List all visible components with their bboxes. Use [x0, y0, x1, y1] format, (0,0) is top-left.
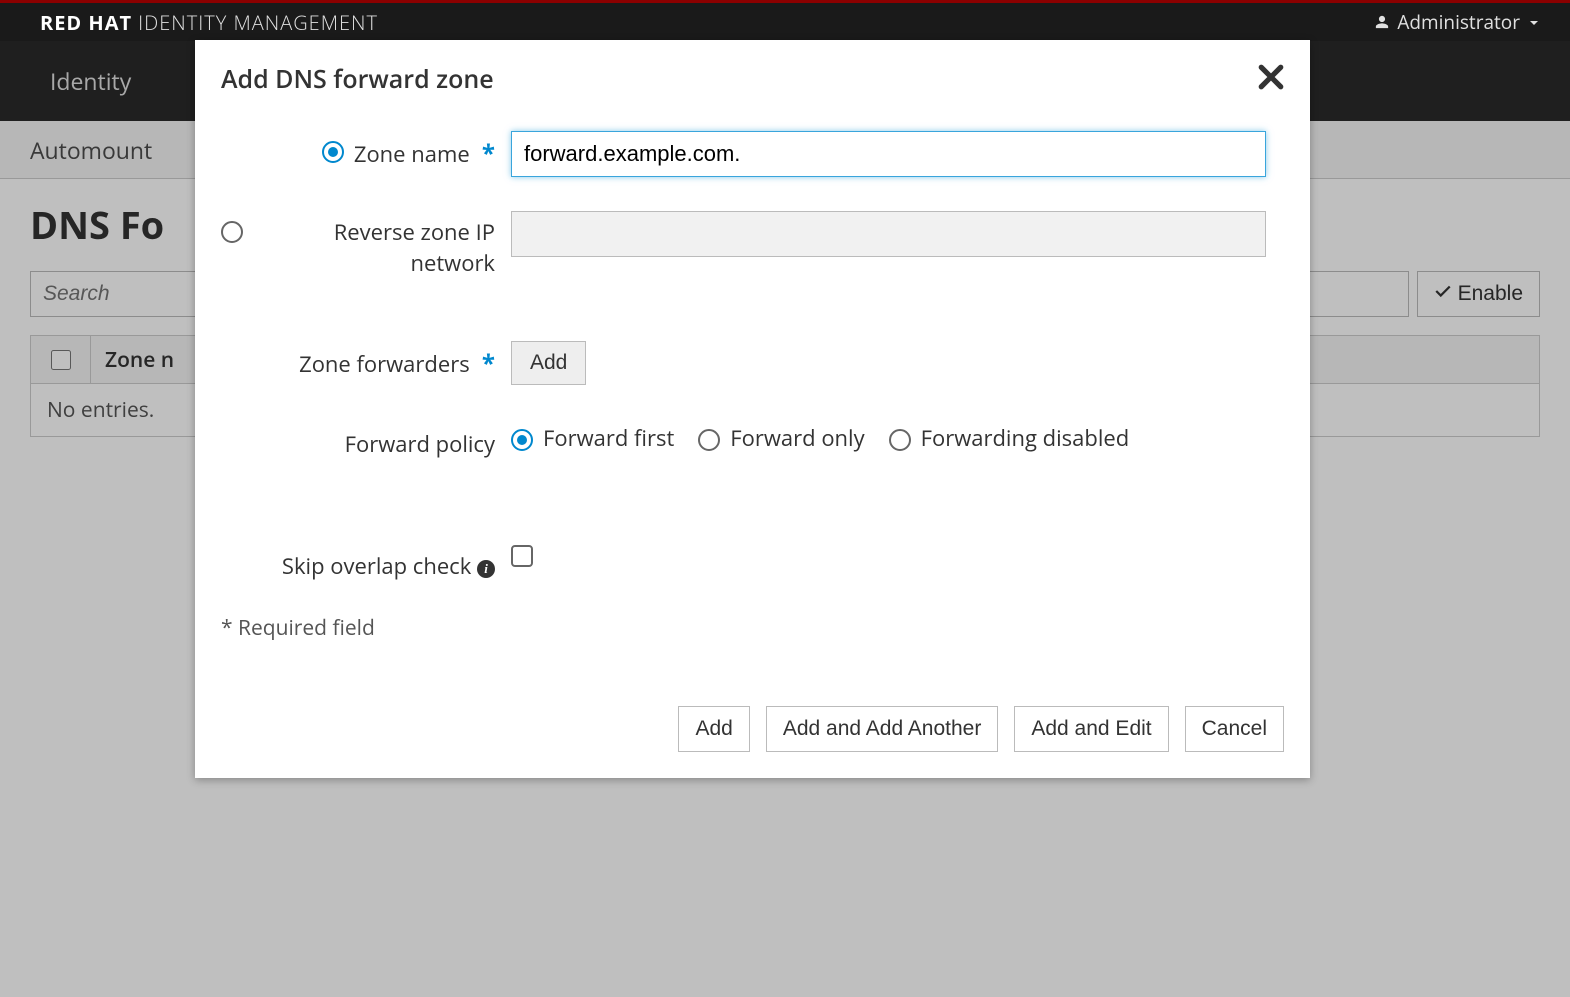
- close-icon[interactable]: [1258, 58, 1284, 99]
- skip-overlap-label: Skip overlap check: [282, 551, 471, 581]
- policy-disabled[interactable]: Forwarding disabled: [889, 423, 1130, 453]
- required-field-note: * Required field: [195, 590, 1310, 650]
- zone-name-input[interactable]: [511, 131, 1266, 177]
- policy-first[interactable]: Forward first: [511, 423, 674, 453]
- required-star: *: [476, 347, 495, 380]
- masthead: RED HAT IDENTITY MANAGEMENT Administrato…: [0, 3, 1570, 41]
- user-icon: [1375, 9, 1389, 35]
- add-dns-forward-zone-dialog: Add DNS forward zone Zone name * Reverse…: [195, 40, 1310, 778]
- reverse-zone-label: Reverse zone IP network: [253, 217, 495, 279]
- zone-name-radio[interactable]: [322, 141, 344, 163]
- modal-title: Add DNS forward zone: [221, 62, 494, 96]
- add-button[interactable]: Add: [678, 706, 749, 752]
- row-forwarders: Zone forwarders * Add: [195, 333, 1310, 393]
- policy-first-label: Forward first: [543, 423, 674, 453]
- add-forwarder-button[interactable]: Add: [511, 341, 586, 385]
- brand: RED HAT IDENTITY MANAGEMENT: [40, 9, 378, 36]
- policy-only-label: Forward only: [730, 423, 864, 453]
- policy-only[interactable]: Forward only: [698, 423, 864, 453]
- row-forward-policy: Forward policy Forward first Forward onl…: [195, 415, 1310, 468]
- forward-policy-label: Forward policy: [345, 429, 495, 460]
- add-and-edit-button[interactable]: Add and Edit: [1014, 706, 1168, 752]
- brand-redhat: RED HAT: [40, 9, 132, 36]
- info-icon[interactable]: i: [477, 560, 495, 578]
- modal-header: Add DNS forward zone: [195, 40, 1310, 123]
- row-zone-name: Zone name *: [195, 123, 1310, 185]
- skip-overlap-checkbox[interactable]: [511, 545, 533, 567]
- required-star: *: [476, 137, 495, 170]
- brand-product: IDENTITY MANAGEMENT: [138, 9, 378, 36]
- reverse-zone-radio[interactable]: [221, 221, 243, 243]
- modal-footer: Add Add and Add Another Add and Edit Can…: [195, 650, 1310, 762]
- zone-name-label: Zone name: [354, 139, 470, 169]
- row-skip-overlap: Skip overlap check i: [195, 537, 1310, 590]
- forwarders-label: Zone forwarders: [299, 349, 470, 379]
- user-menu[interactable]: Administrator: [1375, 9, 1540, 35]
- reverse-zone-input: [511, 211, 1266, 257]
- policy-disabled-label: Forwarding disabled: [921, 423, 1130, 453]
- add-and-add-another-button[interactable]: Add and Add Another: [766, 706, 999, 752]
- chevron-down-icon: [1528, 9, 1540, 35]
- forward-policy-group: Forward first Forward only Forwarding di…: [511, 423, 1266, 453]
- user-label: Administrator: [1397, 9, 1520, 35]
- row-reverse-zone: Reverse zone IP network: [195, 203, 1310, 287]
- cancel-button[interactable]: Cancel: [1185, 706, 1284, 752]
